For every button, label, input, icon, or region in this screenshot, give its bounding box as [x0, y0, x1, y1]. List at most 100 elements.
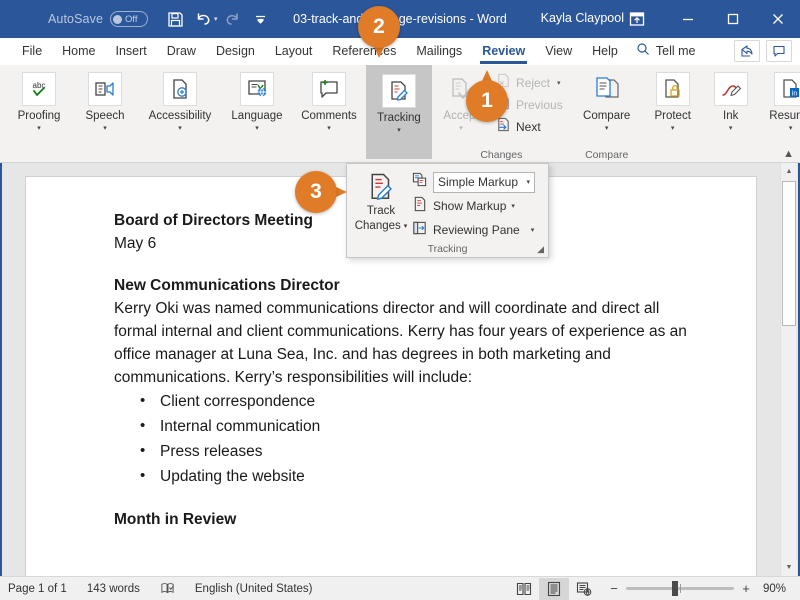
comments-icon[interactable]	[766, 40, 792, 62]
dialog-box-launcher-icon[interactable]: ◢	[537, 244, 544, 255]
window-controls	[617, 0, 800, 38]
maximize-icon[interactable]	[710, 0, 755, 38]
redo-icon[interactable]	[220, 6, 246, 32]
vertical-scrollbar[interactable]: ▲ ▼	[780, 163, 797, 576]
scrollbar-thumb[interactable]	[782, 181, 796, 326]
user-account-name[interactable]: Kayla Claypool	[541, 11, 624, 25]
tab-layout[interactable]: Layout	[265, 38, 323, 65]
zoom-level-label[interactable]: 90%	[758, 583, 792, 595]
tab-view[interactable]: View	[535, 38, 582, 65]
language-translate-icon	[240, 72, 274, 106]
track-changes-button[interactable]: Track Changes ▾	[350, 169, 412, 241]
tracking-button[interactable]: Tracking ▾	[366, 65, 432, 159]
accept-caret[interactable]: ▾	[459, 124, 463, 132]
tab-mailings[interactable]: Mailings	[406, 38, 472, 65]
ribbon-group-ink: Ink ▾	[703, 65, 759, 163]
track-changes-icon	[381, 74, 416, 108]
protect-caret[interactable]: ▾	[671, 124, 675, 132]
document-heading-3: Month in Review	[114, 511, 237, 528]
scroll-up-icon[interactable]: ▲	[781, 163, 797, 180]
compare-documents-icon	[590, 72, 624, 106]
compare-caret[interactable]: ▾	[605, 124, 609, 132]
callout-number: 1	[466, 80, 508, 122]
document-heading-2: New Communications Director	[114, 277, 340, 294]
proofing-status-icon[interactable]	[150, 581, 185, 596]
scroll-down-icon[interactable]: ▼	[781, 559, 797, 576]
tab-insert[interactable]: Insert	[106, 38, 157, 65]
tab-review[interactable]: Review	[472, 38, 535, 65]
language-status[interactable]: English (United States)	[185, 583, 323, 595]
comments-button[interactable]: Comments ▾	[292, 69, 366, 132]
speech-caret[interactable]: ▾	[103, 124, 107, 132]
page-number-status[interactable]: Page 1 of 1	[0, 583, 77, 595]
zoom-slider-thumb[interactable]	[672, 581, 678, 596]
protect-label: Protect	[654, 110, 691, 122]
web-layout-icon[interactable]	[569, 578, 599, 600]
resume-button[interactable]: in Resume ▾	[759, 69, 800, 132]
reviewing-pane-button[interactable]: Reviewing Pane ▾	[412, 219, 535, 241]
zoom-in-button[interactable]: +	[741, 581, 751, 596]
zoom-control: − + 90%	[599, 581, 800, 596]
undo-dropdown-caret[interactable]: ▾	[214, 15, 218, 23]
language-button[interactable]: Language ▾	[222, 69, 292, 132]
comments-label: Comments	[301, 110, 357, 122]
autosave-switch[interactable]: Off	[110, 11, 149, 27]
read-mode-icon[interactable]	[509, 578, 539, 600]
minimize-icon[interactable]	[665, 0, 710, 38]
close-icon[interactable]	[755, 0, 800, 38]
accessibility-caret[interactable]: ▾	[178, 124, 182, 132]
ink-caret[interactable]: ▾	[729, 124, 733, 132]
reject-caret[interactable]: ▾	[557, 79, 561, 87]
show-markup-button[interactable]: Show Markup ▾	[412, 195, 535, 217]
language-caret[interactable]: ▾	[255, 124, 259, 132]
reviewing-pane-label: Reviewing Pane	[433, 223, 520, 237]
save-icon[interactable]	[162, 6, 188, 32]
proofing-caret[interactable]: ▾	[37, 124, 41, 132]
svg-text:in: in	[791, 90, 797, 97]
tab-help[interactable]: Help	[582, 38, 628, 65]
callout-badge-3: 3	[295, 171, 347, 213]
customize-quick-access-toolbar-icon[interactable]	[248, 6, 274, 32]
display-for-review-dropdown[interactable]: Simple Markup ▾	[433, 171, 535, 193]
resume-label: Resume	[769, 110, 800, 122]
undo-icon[interactable]	[190, 6, 216, 32]
resume-caret[interactable]: ▾	[789, 124, 793, 132]
protect-button[interactable]: Protect ▾	[643, 69, 703, 132]
tab-home[interactable]: Home	[52, 38, 105, 65]
track-changes-caret[interactable]: ▾	[404, 220, 408, 233]
autosave-toggle[interactable]: AutoSave Off	[48, 11, 149, 27]
speech-button[interactable]: Speech ▾	[72, 69, 138, 132]
zoom-slider[interactable]	[626, 581, 734, 596]
comments-caret[interactable]: ▾	[327, 124, 331, 132]
list-item: Client correspondence	[140, 388, 696, 414]
display-for-review-value: Simple Markup	[438, 175, 519, 189]
tracking-caret[interactable]: ▾	[397, 126, 401, 134]
ribbon-group-comments: Comments ▾	[292, 65, 366, 163]
tracking-label: Tracking	[377, 112, 421, 124]
zoom-out-button[interactable]: −	[609, 581, 619, 596]
share-icon[interactable]	[734, 40, 760, 62]
ribbon-display-options-icon[interactable]	[617, 0, 657, 38]
resume-assistant-icon: in	[773, 72, 800, 106]
tracking-dropdown-panel: Track Changes ▾ Simple Markup ▾ Show Mar…	[346, 163, 549, 258]
show-markup-caret[interactable]: ▾	[511, 202, 515, 210]
tab-design[interactable]: Design	[206, 38, 265, 65]
compare-button[interactable]: Compare ▾	[571, 69, 643, 132]
tab-draw[interactable]: Draw	[157, 38, 206, 65]
callout-number: 3	[295, 171, 337, 213]
track-changes-label-line1: Track	[366, 205, 396, 217]
collapse-ribbon-icon[interactable]: ▲	[783, 148, 794, 160]
chevron-down-icon[interactable]: ▾	[526, 178, 530, 186]
ink-button[interactable]: Ink ▾	[703, 69, 759, 132]
reviewing-pane-caret[interactable]: ▾	[531, 226, 535, 234]
ribbon-group-accessibility: Accessibility ▾	[138, 65, 222, 163]
tab-file[interactable]: File	[12, 38, 52, 65]
proofing-label: Proofing	[17, 110, 61, 122]
print-layout-icon[interactable]	[539, 577, 569, 600]
callout-badge-2: 2	[358, 6, 400, 58]
proofing-button[interactable]: abc Proofing ▾	[6, 69, 72, 132]
tell-me-search[interactable]: Tell me	[628, 42, 695, 61]
accessibility-button[interactable]: Accessibility ▾	[138, 69, 222, 132]
word-count-status[interactable]: 143 words	[77, 583, 150, 595]
changes-group-label: Changes	[480, 149, 523, 161]
